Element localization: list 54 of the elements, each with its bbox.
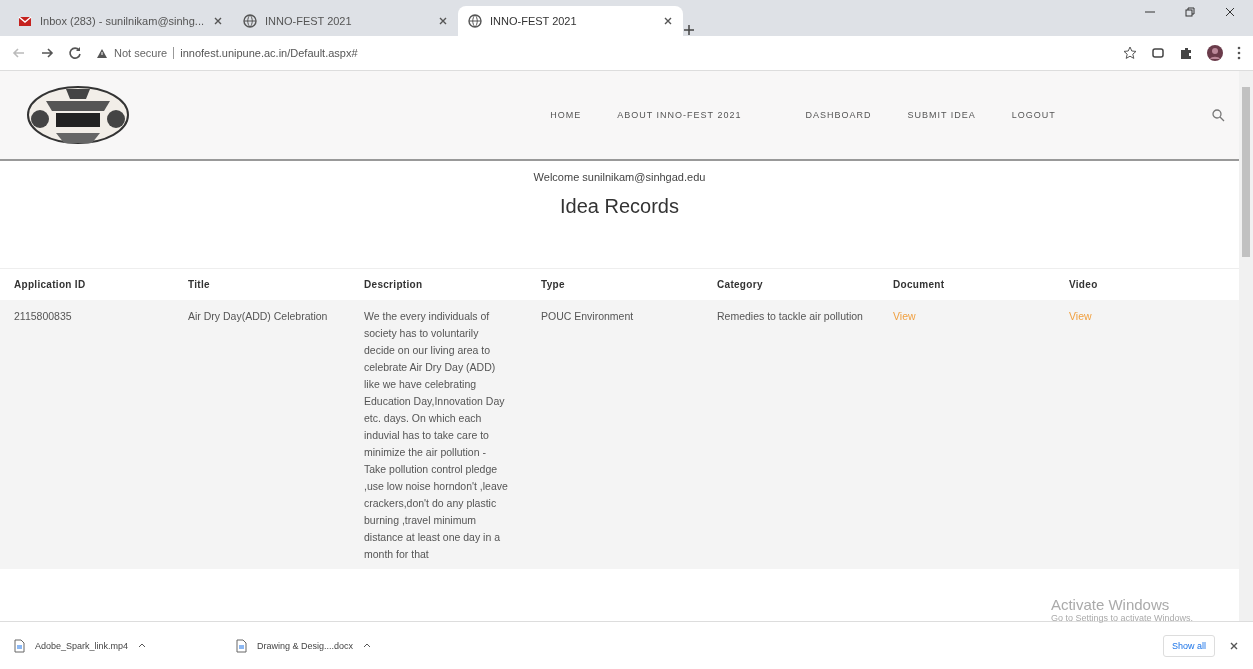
browser-tab[interactable]: INNO-FEST 2021 xyxy=(233,6,458,36)
activation-hint: Go to Settings to activate Windows. xyxy=(1050,613,1193,623)
page-heading: Idea Records xyxy=(559,195,680,218)
table-cell: POUC Environment xyxy=(527,300,703,569)
table-cell: 2115800835 xyxy=(0,300,174,569)
security-label: Not secure xyxy=(114,47,175,59)
column-header: Video xyxy=(1055,268,1239,300)
search-icon[interactable] xyxy=(1212,108,1225,122)
nav-link[interactable]: HOME xyxy=(550,110,582,120)
url-text: innofest.unipune.ac.in/Default.aspx# xyxy=(180,47,358,59)
column-header: Type xyxy=(527,268,703,300)
warning-icon xyxy=(96,47,108,59)
column-header: Document xyxy=(879,268,1055,300)
close-icon[interactable] xyxy=(1225,7,1235,17)
nav-link[interactable]: DASHBOARD xyxy=(805,110,872,120)
file-icon xyxy=(236,638,247,653)
close-icon[interactable] xyxy=(663,16,673,26)
download-item[interactable]: Drawing & Desig....docx xyxy=(222,622,444,669)
close-icon[interactable] xyxy=(1229,640,1239,651)
close-icon[interactable] xyxy=(213,16,223,26)
puzzle-icon[interactable] xyxy=(1179,46,1193,60)
menu-icon[interactable] xyxy=(1237,46,1241,60)
table-cell: Air Dry Day(ADD) Celebration xyxy=(174,300,350,569)
mail-icon xyxy=(18,14,32,28)
cast-icon[interactable] xyxy=(1151,47,1165,59)
close-icon[interactable] xyxy=(438,16,448,26)
caret-icon[interactable] xyxy=(138,642,147,649)
table-cell: Remedies to tackle air pollution xyxy=(703,300,879,569)
caret-icon[interactable] xyxy=(363,642,372,649)
nav-link[interactable]: ABOUT INNO-FEST 2021 xyxy=(617,110,742,120)
nav-link[interactable]: SUBMIT IDEA xyxy=(907,110,976,120)
browser-tab[interactable]: Inbox (283) - sunilnikam@sinhg... xyxy=(8,6,233,36)
new-tab-icon[interactable] xyxy=(683,24,695,36)
file-icon xyxy=(14,638,25,653)
reload-icon[interactable] xyxy=(68,46,82,60)
column-header: Title xyxy=(174,268,350,300)
globe-icon xyxy=(243,14,257,28)
table-cell: We the every individuals of society has to voluntarily decide on our living area to celebrate Air Dry Day (ADD) like we have celebrating Education Day,Innovation Day etc. days. On which each induvial has to take care to minimize the air pollution - Take pollution control pledge ,use low noise horndon't ,leave crackers,don't do any plastic burning ,travel minimum distance at least one day in a month for that xyxy=(350,300,527,569)
activation-title: Activate Windows xyxy=(1050,596,1171,613)
emblem-logo[interactable] xyxy=(26,83,130,147)
restore-icon[interactable] xyxy=(1185,7,1195,17)
welcome-text: Welcome sunilnikam@sinhgad.edu xyxy=(532,171,707,183)
download-item[interactable]: Adobe_Spark_link.mp4 xyxy=(0,622,222,669)
column-header: Category xyxy=(703,268,879,300)
forward-icon[interactable] xyxy=(40,46,54,60)
scrollbar-thumb[interactable] xyxy=(1242,87,1250,257)
avatar-icon[interactable] xyxy=(1207,45,1223,61)
browser-tab[interactable]: INNO-FEST 2021 xyxy=(458,6,683,36)
show-all-button[interactable]: Show all xyxy=(1162,634,1215,657)
globe-icon xyxy=(468,14,482,28)
column-header: Description xyxy=(350,268,527,300)
column-header: Application ID xyxy=(0,268,174,300)
star-icon[interactable] xyxy=(1123,46,1137,60)
nav-link[interactable]: LOGOUT xyxy=(1011,110,1056,120)
